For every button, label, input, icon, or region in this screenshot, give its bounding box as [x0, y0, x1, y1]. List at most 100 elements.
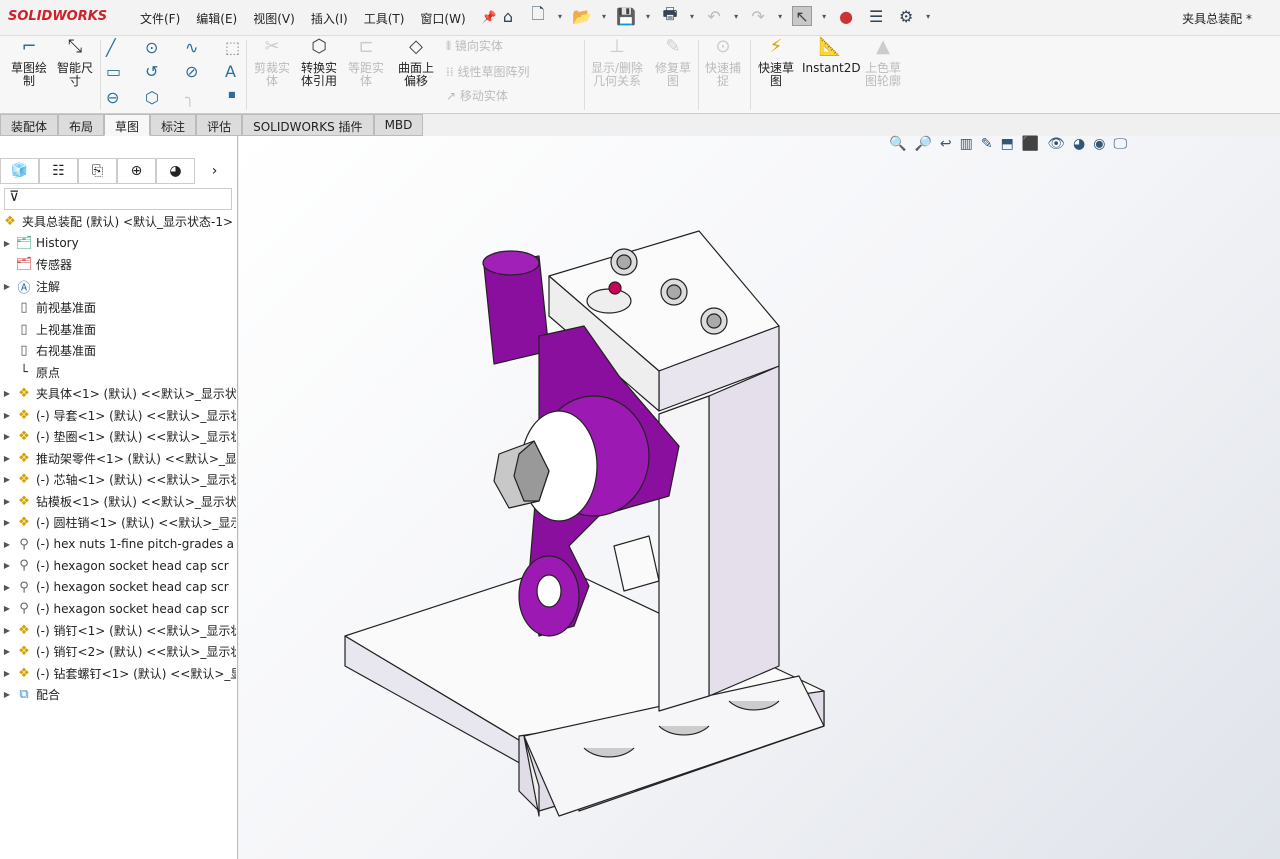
expand-arrow-icon[interactable]: ▶ [0, 432, 14, 441]
rectangle-icon[interactable]: ▭ [106, 62, 121, 81]
tab-2[interactable]: 草图 [104, 114, 151, 136]
tree-item[interactable]: ▶ ❖ (-) 圆柱销<1> (默认) <<默认>_显示 [0, 512, 236, 534]
undo-icon[interactable]: ↶ [704, 6, 724, 26]
point-icon[interactable]: ■ [228, 90, 236, 99]
instant2d-button[interactable]: 📐 Instant2D [802, 38, 861, 75]
tab-3[interactable]: 标注 [150, 114, 197, 136]
chevron-down-icon[interactable]: ▾ [558, 12, 562, 21]
tree-item[interactable]: ▯ 前视基准面 [0, 297, 236, 319]
menu-item[interactable]: 窗口(W) [420, 10, 465, 27]
tree-item[interactable]: ▶ Ⓐ 注解 [0, 276, 236, 298]
menu-item[interactable]: 文件(F) [140, 10, 180, 27]
options-list-icon[interactable]: ☰ [866, 6, 886, 26]
slot-icon[interactable]: ⊖ [106, 88, 119, 107]
chevron-down-icon[interactable]: ▾ [926, 12, 930, 21]
text-icon[interactable]: A [225, 62, 236, 81]
spline-icon[interactable]: ∿ [185, 38, 198, 57]
save-icon[interactable]: 💾 [616, 6, 636, 26]
tree-item[interactable]: ▶ ❖ 夹具体<1> (默认) <<默认>_显示状 [0, 383, 236, 405]
menu-item[interactable]: 工具(T) [364, 10, 405, 27]
construction-icon[interactable]: ⬚ [225, 38, 240, 57]
expand-arrow-icon[interactable]: ▶ [0, 475, 14, 484]
configuration-manager-tab[interactable]: ⎘ [78, 158, 117, 184]
property-manager-tab[interactable]: ☷ [39, 158, 78, 184]
redo-icon[interactable]: ↷ [748, 6, 768, 26]
expand-arrow-icon[interactable]: ▶ [0, 647, 14, 656]
mirror-entities-button[interactable]: ⫴ 镜向实体 [446, 40, 503, 53]
repair-sketch-button[interactable]: ✎ 修复草图 [652, 38, 694, 88]
home-icon[interactable]: ⌂ [498, 6, 518, 26]
arc-icon[interactable]: ↺ [145, 62, 158, 81]
expand-arrow-icon[interactable]: ▶ [0, 669, 14, 678]
traffic-light-icon[interactable]: ● [836, 6, 856, 26]
convert-entities-button[interactable]: ⬡ 转换实体引用 [296, 38, 342, 88]
smart-dimension-button[interactable]: ⤡ 智能尺寸 [54, 38, 96, 88]
tree-item[interactable]: ▯ 右视基准面 [0, 340, 236, 362]
select-icon[interactable]: ↖ [792, 6, 813, 26]
expand-arrow-icon[interactable]: ▶ [0, 239, 14, 248]
chevron-down-icon[interactable]: ▾ [646, 12, 650, 21]
chevron-down-icon[interactable]: ▾ [822, 12, 826, 21]
display-relations-button[interactable]: ⊥ 显示/删除几何关系 [588, 38, 646, 88]
expand-arrow-icon[interactable]: ▶ [0, 604, 14, 613]
expand-arrow-icon[interactable]: ▶ [0, 282, 14, 291]
expand-arrow-icon[interactable]: ▶ [0, 518, 14, 527]
menu-item[interactable]: 编辑(E) [196, 10, 237, 27]
chevron-down-icon[interactable]: ▾ [734, 12, 738, 21]
tree-item[interactable]: ▶ ⚲ (-) hexagon socket head cap scr [0, 555, 236, 577]
tab-6[interactable]: MBD [373, 114, 424, 136]
tree-root[interactable]: ❖ 夹具总装配 (默认) <默认_显示状态-1> [0, 211, 236, 233]
tree-item[interactable]: ▶ ❖ (-) 芯轴<1> (默认) <<默认>_显示状 [0, 469, 236, 491]
tree-item[interactable]: ▶ ❖ 推动架零件<1> (默认) <<默认>_显 [0, 448, 236, 470]
tab-0[interactable]: 装配体 [0, 114, 59, 136]
filter-icon[interactable]: ⊽ [4, 188, 232, 210]
sketch-button[interactable]: ⌐ 草图绘制 [6, 38, 52, 88]
tree-item[interactable]: ▯ 上视基准面 [0, 319, 236, 341]
expand-arrow-icon[interactable]: ▶ [0, 411, 14, 420]
linear-pattern-button[interactable]: ⁞⁞ 线性草图阵列 [446, 66, 529, 79]
chevron-down-icon[interactable]: ▾ [602, 12, 606, 21]
offset-entities-button[interactable]: ⊏ 等距实体 [346, 38, 386, 88]
tree-item[interactable]: 🗂 传感器 [0, 254, 236, 276]
expand-arrow-icon[interactable]: ▶ [0, 583, 14, 592]
feature-manager-tab[interactable]: 🧊 [0, 158, 39, 184]
tree-item[interactable]: ▶ ❖ 钻模板<1> (默认) <<默认>_显示状 [0, 491, 236, 513]
menu-item[interactable]: 插入(I) [311, 10, 348, 27]
expand-arrow-icon[interactable]: ▶ [0, 389, 14, 398]
fillet-icon[interactable]: ╮ [185, 88, 195, 107]
new-icon[interactable]: 🗋 [528, 4, 548, 26]
tree-item[interactable]: ▶ ❖ (-) 销钉<1> (默认) <<默认>_显示状 [0, 620, 236, 642]
circle-icon[interactable]: ⊙ [145, 38, 158, 57]
shaded-sketch-button[interactable]: ▲ 上色草图轮廓 [862, 38, 904, 88]
display-manager-tab[interactable]: ◕ [156, 158, 195, 184]
graphics-area[interactable]: 🔍 🔎 ↩ ▥ ✎ ⬒ ⬛ 👁 ◕ ◉ 🖵 [239, 136, 1280, 859]
tree-item[interactable]: ▶ ❖ (-) 销钉<2> (默认) <<默认>_显示状 [0, 641, 236, 663]
expand-arrow-icon[interactable]: ▶ [0, 497, 14, 506]
tab-5[interactable]: SOLIDWORKS 插件 [242, 114, 374, 136]
chevron-down-icon[interactable]: ▾ [778, 12, 782, 21]
expand-arrow-icon[interactable]: ▶ [0, 626, 14, 635]
tree-item[interactable]: ▶ ❖ (-) 垫圈<1> (默认) <<默认>_显示状 [0, 426, 236, 448]
tree-item[interactable]: └ 原点 [0, 362, 236, 384]
polygon-icon[interactable]: ⬡ [145, 88, 159, 107]
tab-4[interactable]: 评估 [196, 114, 243, 136]
open-icon[interactable]: 📂 [572, 6, 592, 26]
tree-item[interactable]: ▶ ⚲ (-) hexagon socket head cap scr [0, 598, 236, 620]
expand-arrow-icon[interactable]: ▶ [0, 690, 14, 699]
tree-item[interactable]: ▶ 🗂 History [0, 233, 236, 255]
tree-item[interactable]: ▶ ⚲ (-) hex nuts 1-fine pitch-grades a [0, 534, 236, 556]
print-icon[interactable]: 🖶 [660, 4, 680, 26]
tree-item[interactable]: ▶ ⚲ (-) hexagon socket head cap scr [0, 577, 236, 599]
line-icon[interactable]: ╱ [106, 38, 116, 57]
menu-item[interactable]: 视图(V) [253, 10, 295, 27]
offset-on-surface-button[interactable]: ◇ 曲面上偏移 [394, 38, 438, 88]
expand-arrow-icon[interactable]: ▶ [0, 540, 14, 549]
rapid-sketch-button[interactable]: ⚡ 快速草图 [754, 38, 798, 88]
trim-entities-button[interactable]: ✂ 剪裁实体 [252, 38, 292, 88]
expand-arrow-icon[interactable]: ▶ [0, 561, 14, 570]
tree-item[interactable]: ▶ ❖ (-) 导套<1> (默认) <<默认>_显示状 [0, 405, 236, 427]
tree-item[interactable]: ▶ ⧉ 配合 [0, 684, 236, 706]
chevron-right-icon[interactable]: › [195, 158, 234, 184]
move-entities-button[interactable]: ↗ 移动实体 [446, 90, 508, 103]
dimxpert-tab[interactable]: ⊕ [117, 158, 156, 184]
